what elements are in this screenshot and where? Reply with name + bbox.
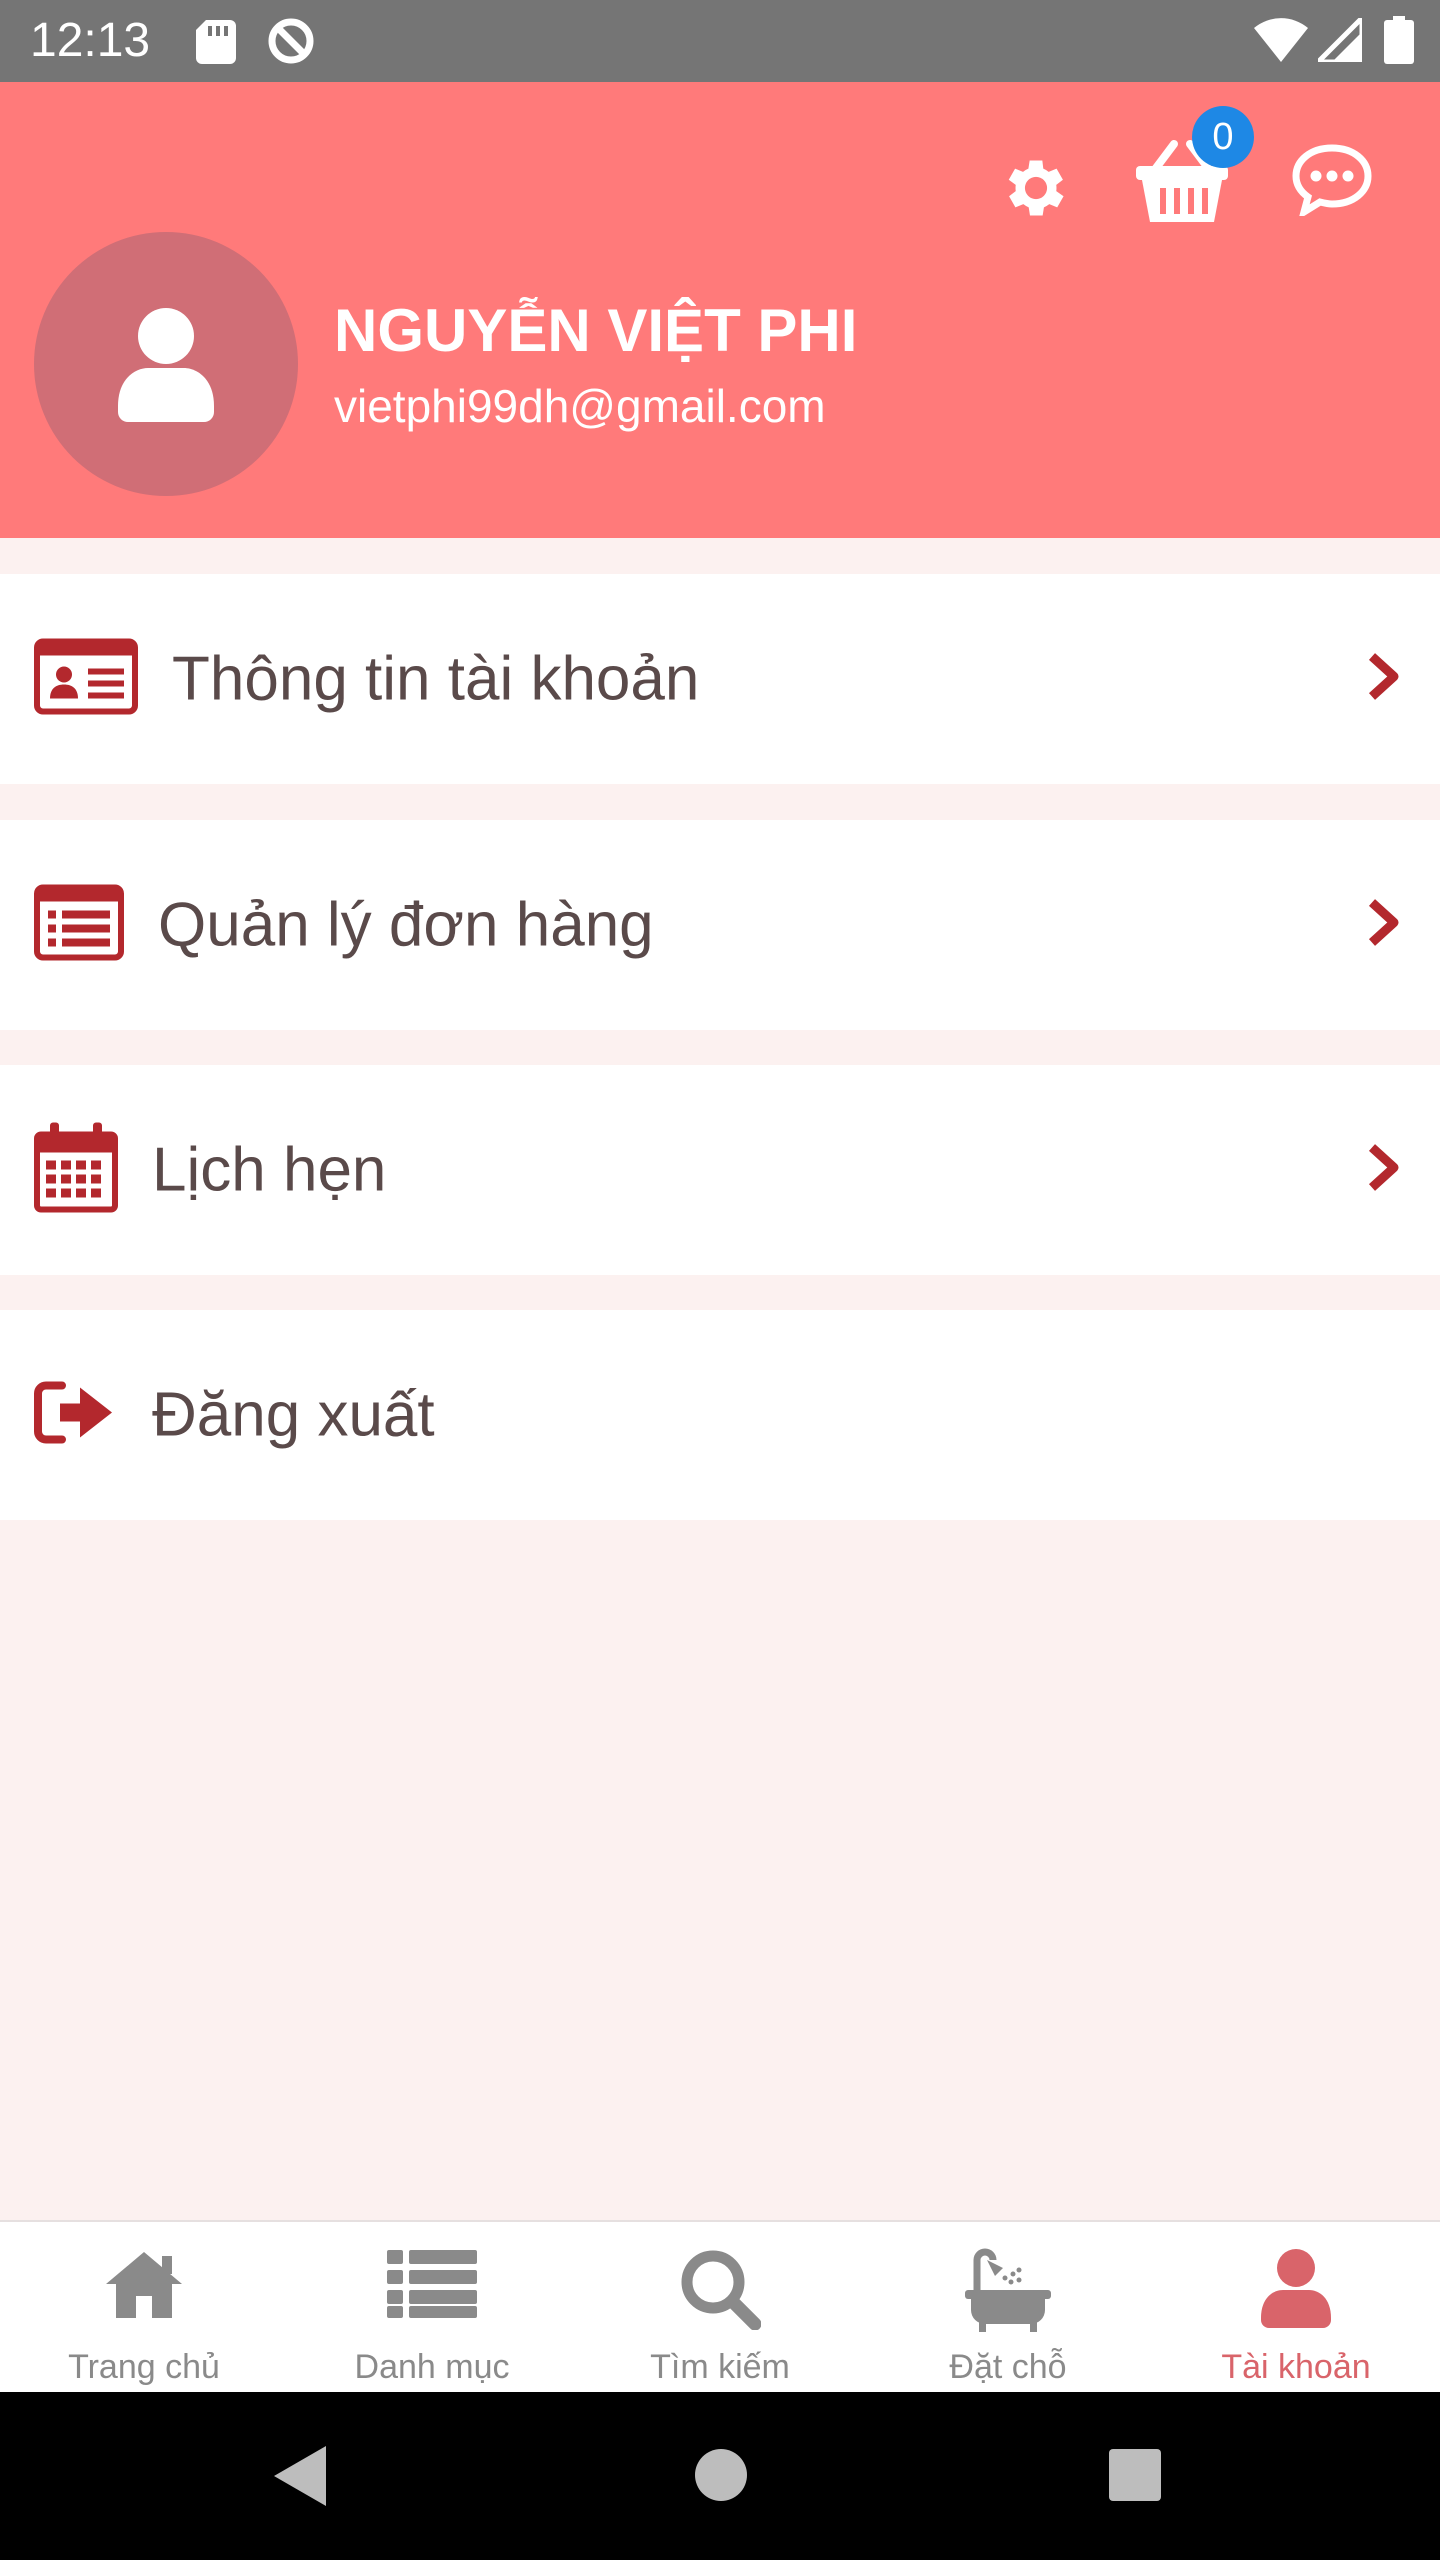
nav-label: Tài khoản <box>1221 2348 1371 2386</box>
avatar[interactable] <box>34 232 298 496</box>
search-icon <box>681 2250 761 2330</box>
signal-icon <box>1311 11 1365 67</box>
bottom-navigation: Trang chủ Danh mục Tìm kiếm Đặt chỗ Tài … <box>0 2220 1440 2394</box>
list-icon <box>387 2250 477 2318</box>
nav-item-search[interactable]: Tìm kiếm <box>576 2222 864 2394</box>
menu-item-label: Thông tin tài khoản <box>172 644 700 714</box>
nav-item-account[interactable]: Tài khoản <box>1152 2222 1440 2394</box>
nav-item-booking[interactable]: Đặt chỗ <box>864 2222 1152 2394</box>
calendar-icon <box>34 1122 118 1218</box>
user-avatar-icon <box>118 308 214 422</box>
sign-out-icon <box>34 1380 114 1451</box>
menu-item-order-management[interactable]: Quản lý đơn hàng <box>0 820 1440 1030</box>
chevron-right-icon <box>1366 1144 1400 1197</box>
cart-count-badge: 0 <box>1192 106 1254 168</box>
battery-icon <box>1384 16 1414 69</box>
profile-header: 0 NGUYỄN VIỆT PHI vietphi99dh@gmail.com <box>0 82 1440 538</box>
recents-icon[interactable] <box>1108 2448 1162 2507</box>
system-nav-bar <box>0 2392 1440 2560</box>
menu-item-label: Đăng xuất <box>152 1380 435 1450</box>
chevron-right-icon <box>1366 899 1400 952</box>
wifi-icon <box>1254 18 1308 67</box>
user-icon <box>1261 2249 1331 2328</box>
nav-item-categories[interactable]: Danh mục <box>288 2222 576 2394</box>
nav-label: Trang chủ <box>68 2348 220 2386</box>
id-card-icon <box>34 638 138 720</box>
status-bar: 12:13 <box>0 0 1440 82</box>
chat-icon[interactable] <box>1292 144 1372 221</box>
back-icon[interactable] <box>272 2444 328 2513</box>
menu-item-label: Quản lý đơn hàng <box>158 890 654 960</box>
nav-label: Danh mục <box>354 2348 510 2386</box>
status-time: 12:13 <box>30 14 151 67</box>
menu-item-logout[interactable]: Đăng xuất <box>0 1310 1440 1520</box>
list-alt-icon <box>34 884 124 966</box>
nav-label: Đặt chỗ <box>949 2348 1067 2386</box>
user-email: vietphi99dh@gmail.com <box>334 380 826 432</box>
menu-item-account-info[interactable]: Thông tin tài khoản <box>0 574 1440 784</box>
home-button-icon[interactable] <box>694 2448 748 2507</box>
chevron-right-icon <box>1366 653 1400 706</box>
menu-item-label: Lịch hẹn <box>152 1135 387 1205</box>
home-icon <box>106 2252 182 2318</box>
settings-icon[interactable] <box>998 150 1074 231</box>
bath-icon <box>965 2248 1051 2332</box>
user-name: NGUYỄN VIỆT PHI <box>334 297 858 364</box>
menu-item-appointments[interactable]: Lịch hẹn <box>0 1065 1440 1275</box>
sync-icon <box>266 16 316 71</box>
nav-item-home[interactable]: Trang chủ <box>0 2222 288 2394</box>
nav-label: Tìm kiếm <box>650 2348 790 2386</box>
sd-card-icon <box>196 20 236 69</box>
